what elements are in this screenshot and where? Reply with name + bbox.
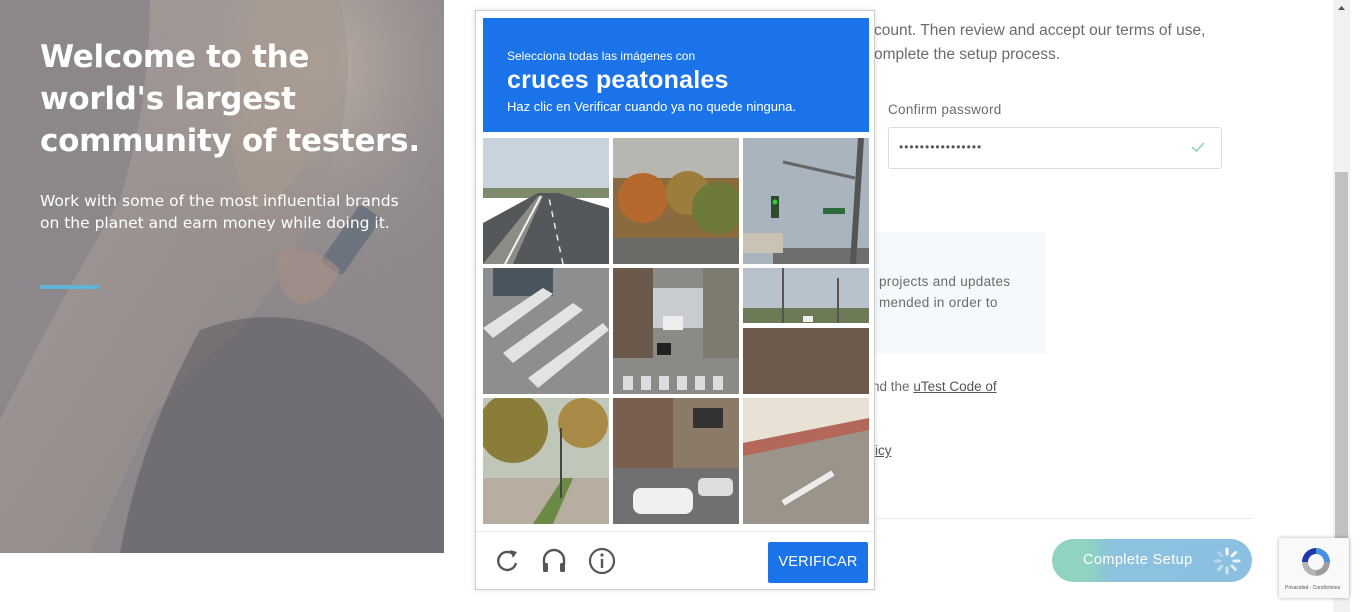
image-tile-8[interactable] — [613, 398, 739, 524]
confirm-password-value: •••••••••••••••• — [899, 140, 983, 154]
privacy-policy-link[interactable]: icy — [875, 443, 892, 458]
verify-button[interactable]: VERIFICAR — [768, 542, 868, 583]
form-divider — [860, 518, 1254, 519]
recaptcha-challenge: Selecciona todas las imágenes con cruces… — [475, 10, 875, 590]
scroll-up-arrow-icon[interactable] — [1333, 0, 1350, 17]
image-tile-5[interactable] — [613, 268, 739, 394]
privacy-line: icy — [875, 443, 892, 458]
hero-subtitle: Work with some of the most influential b… — [40, 192, 399, 232]
page: Welcome to the world's largest community… — [0, 0, 1366, 612]
terms-prefix: nd the — [872, 379, 910, 394]
image-tile-2[interactable] — [613, 138, 739, 264]
challenge-footer: VERIFICAR — [476, 531, 874, 589]
terms-line: nd the uTest Code of — [872, 379, 997, 394]
image-tile-4[interactable] — [483, 268, 609, 394]
intro-text-line-1: count. Then review and accept our terms … — [874, 22, 1206, 39]
recaptcha-badge-text[interactable]: Privacidad - Condiciones — [1285, 585, 1340, 591]
recaptcha-badge[interactable]: Privacidad - Condiciones — [1279, 538, 1349, 598]
loading-spinner-icon — [1213, 547, 1241, 575]
image-grid — [483, 138, 869, 524]
notice-text-line-2: mended in order to — [879, 295, 998, 310]
reload-icon[interactable] — [492, 546, 522, 576]
challenge-hint: Haz clic en Verificar cuando ya no quede… — [507, 99, 797, 114]
notice-box — [860, 232, 1046, 354]
info-icon[interactable] — [587, 546, 617, 576]
image-tile-1[interactable] — [483, 138, 609, 264]
hero-title: Welcome to the world's largest community… — [40, 39, 420, 159]
checkmark-icon — [1191, 142, 1205, 153]
hero-divider — [40, 285, 99, 289]
audio-headphones-icon[interactable] — [539, 546, 569, 576]
window-edge — [1350, 0, 1366, 612]
hero-panel: Welcome to the world's largest community… — [0, 0, 444, 553]
image-tile-6[interactable] — [743, 268, 869, 394]
confirm-password-label: Confirm password — [888, 102, 1002, 117]
challenge-instruction: Selecciona todas las imágenes con — [507, 49, 696, 63]
code-of-conduct-link[interactable]: uTest Code of — [913, 379, 996, 394]
challenge-header: Selecciona todas las imágenes con cruces… — [483, 18, 869, 132]
image-tile-7[interactable] — [483, 398, 609, 524]
complete-setup-label: Complete Setup — [1083, 552, 1193, 568]
notice-text-line-1: projects and updates — [879, 274, 1011, 289]
confirm-password-field[interactable]: •••••••••••••••• — [888, 127, 1222, 169]
scrollbar-thumb[interactable] — [1335, 172, 1348, 538]
challenge-target: cruces peatonales — [507, 66, 729, 94]
recaptcha-logo-icon — [1302, 548, 1330, 576]
intro-text-line-2: omplete the setup process. — [874, 46, 1061, 63]
image-tile-9[interactable] — [743, 398, 869, 524]
complete-setup-button[interactable]: Complete Setup — [1052, 539, 1252, 582]
image-tile-3[interactable] — [743, 138, 869, 264]
